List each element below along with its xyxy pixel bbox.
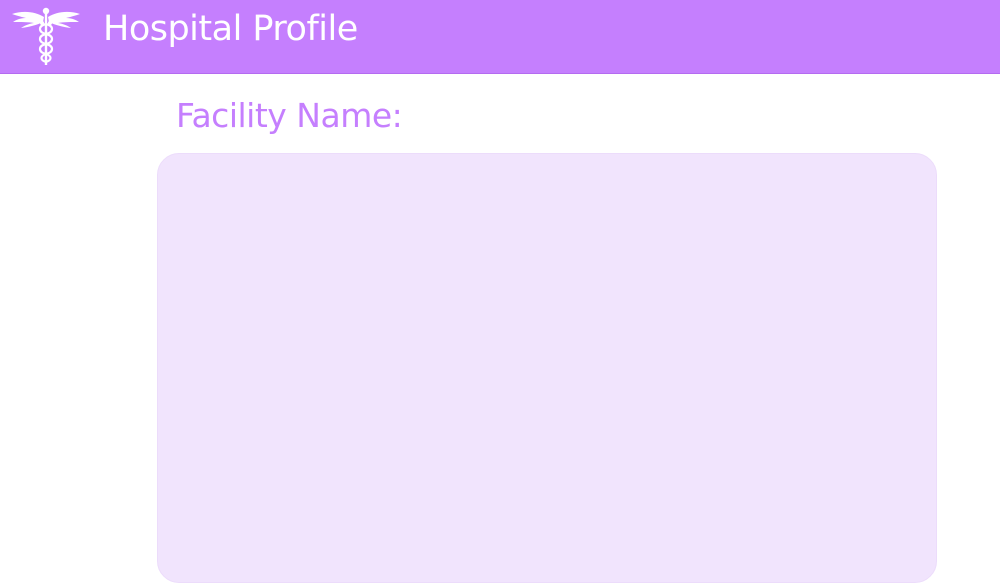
page-title: Hospital Profile — [103, 9, 358, 49]
facility-name-label: Facility Name: — [176, 96, 403, 135]
facility-name-field[interactable] — [157, 153, 937, 583]
caduceus-icon — [12, 7, 80, 65]
app-header: Hospital Profile — [0, 0, 1000, 74]
